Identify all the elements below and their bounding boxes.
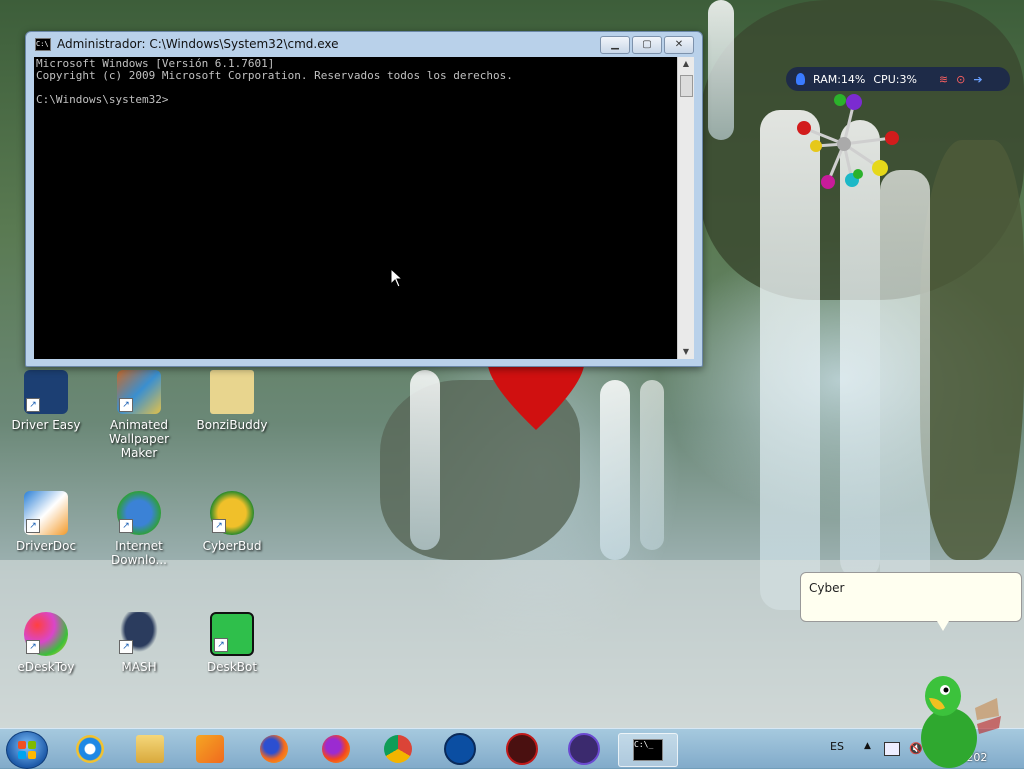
desktop-icon-edesktoy[interactable]: ↗ eDeskToy	[0, 612, 92, 674]
desktop-icon-label: DeskBot	[206, 660, 258, 674]
console-line: Copyright (c) 2009 Microsoft Corporation…	[36, 69, 513, 82]
desktop-icon-label: MASH	[121, 660, 157, 674]
scroll-down-arrow-icon[interactable]: ▼	[678, 345, 694, 359]
network-icon[interactable]	[884, 742, 900, 756]
desktop-icon-label: Animated Wallpaper Maker	[108, 418, 170, 460]
speech-bubble[interactable]: Cyber	[800, 572, 1022, 631]
edesktoy-icon: ↗	[24, 612, 68, 656]
scroll-up-arrow-icon[interactable]: ▲	[678, 57, 694, 71]
mash-icon: ↗	[117, 612, 161, 656]
taskbar-cmd[interactable]: C:\_	[618, 733, 678, 767]
desktop-icon-label: eDeskToy	[17, 660, 75, 674]
scroll-thumb[interactable]	[680, 75, 693, 97]
driverdoc-icon: ↗	[24, 491, 68, 535]
desktop-icon-label: DriverDoc	[15, 539, 77, 553]
arrow-right-icon: ➔	[973, 72, 983, 86]
driver-easy-icon: ↗	[24, 370, 68, 414]
record-icon: ⊙	[956, 72, 966, 86]
shield-icon	[506, 733, 538, 765]
windows-tool-icon	[568, 733, 600, 765]
folder-icon	[136, 735, 164, 763]
show-hidden-icons-icon[interactable]: ▲	[864, 741, 871, 751]
molecule-toy[interactable]	[792, 92, 904, 192]
desktop-icon-mash[interactable]: ↗ MASH	[93, 612, 185, 674]
cpu-usage: CPU:3%	[873, 72, 917, 86]
taskbar-app-red[interactable]	[496, 733, 548, 765]
taskbar-explorer[interactable]	[124, 733, 176, 765]
taskbar-app-purple[interactable]	[558, 733, 610, 765]
cyberbud-icon: ↗	[210, 491, 254, 535]
wallpaper-maker-icon: ↗	[117, 370, 161, 414]
firefox-icon	[322, 735, 350, 763]
ccleaner-icon	[444, 733, 476, 765]
taskbar-ccleaner[interactable]	[434, 733, 486, 765]
console-prompt: C:\Windows\system32>	[36, 93, 169, 106]
taskbar: C:\_ ES ▲ 🔇 23/8/202	[0, 728, 1024, 769]
taskbar-firefox[interactable]	[248, 733, 300, 765]
folder-icon	[210, 370, 254, 414]
system-monitor-gadget[interactable]: RAM:14% CPU:3% ≋ ⊙ ➔	[786, 67, 1010, 91]
taskbar-chrome[interactable]	[372, 733, 424, 765]
language-indicator[interactable]: ES	[830, 740, 844, 753]
desktop-icon-label: Internet Downlo...	[111, 539, 167, 567]
desktop-icon-animated-wallpaper-maker[interactable]: ↗ Animated Wallpaper Maker	[93, 370, 185, 460]
windows-logo-icon	[18, 741, 36, 759]
desktop-icon-internet-download[interactable]: ↗ Internet Downlo...	[93, 491, 185, 567]
maximize-button[interactable]: ▢	[632, 36, 662, 54]
wifi-icon: ≋	[938, 72, 949, 86]
media-player-icon	[196, 735, 224, 763]
firefox-icon	[260, 735, 288, 763]
cmd-window[interactable]: C:\ Administrador: C:\Windows\System32\c…	[25, 31, 703, 367]
internet-explorer-icon	[76, 735, 104, 763]
start-button[interactable]	[6, 731, 48, 769]
internet-download-icon: ↗	[117, 491, 161, 535]
cmd-icon: C:\	[35, 37, 51, 51]
desktop-icon-label: BonziBuddy	[196, 418, 268, 432]
taskbar-firefox-2[interactable]	[310, 733, 362, 765]
desktop-icon-label: Driver Easy	[11, 418, 81, 432]
deskbot-icon: ↗	[210, 612, 254, 656]
desktop-icon-driver-easy[interactable]: ↗ Driver Easy	[0, 370, 92, 432]
close-button[interactable]: ✕	[664, 36, 694, 54]
monitor-logo-icon	[796, 73, 805, 85]
taskbar-internet-explorer[interactable]	[64, 733, 116, 765]
desktop-icon-driverdoc[interactable]: ↗ DriverDoc	[0, 491, 92, 553]
desktop-icon-bonzibuddy[interactable]: BonziBuddy	[186, 370, 278, 432]
parrot-character[interactable]	[905, 668, 1001, 768]
taskbar-media-player[interactable]	[184, 733, 236, 765]
chrome-icon	[384, 735, 412, 763]
window-title: Administrador: C:\Windows\System32\cmd.e…	[57, 37, 339, 51]
vertical-scrollbar[interactable]: ▲ ▼	[677, 57, 694, 359]
bubble-text: Cyber	[809, 581, 845, 595]
console-output[interactable]: Microsoft Windows [Versión 6.1.7601] Copy…	[34, 57, 680, 359]
mouse-cursor-icon	[390, 268, 404, 288]
minimize-button[interactable]: ▁	[600, 36, 630, 54]
desktop-icon-label: CyberBud	[202, 539, 262, 553]
red-heart-shape[interactable]	[488, 366, 584, 430]
ram-usage: RAM:14%	[813, 72, 866, 86]
cmd-icon: C:\_	[633, 739, 663, 761]
desktop-icon-deskbot[interactable]: ↗ DeskBot	[186, 612, 278, 674]
desktop-icon-cyberbud[interactable]: ↗ CyberBud	[186, 491, 278, 553]
